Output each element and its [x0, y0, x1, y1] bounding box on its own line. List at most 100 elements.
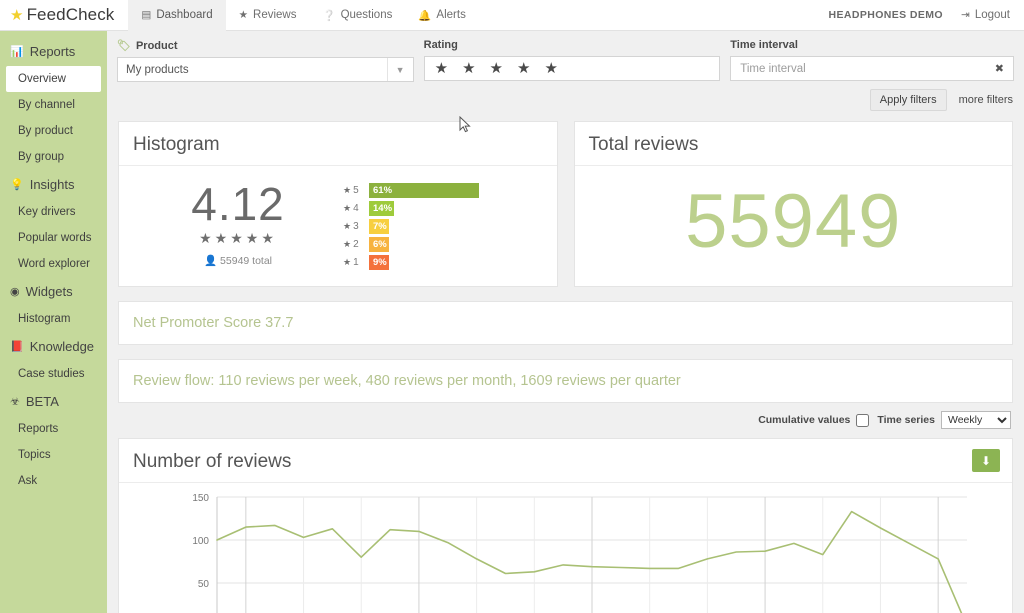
cumulative-values-label: Cumulative values [758, 414, 851, 426]
sidebar: 📊 Reports Overview By channel By product… [0, 31, 107, 613]
chart-header: Number of reviews ⬇ [119, 439, 1012, 483]
histogram-star-label: 5 [353, 185, 359, 196]
star-outline-icon[interactable]: ★ [462, 61, 475, 76]
histogram-row-4: ★ 4 14% [343, 200, 543, 217]
time-series-label: Time series [877, 414, 935, 426]
histogram-title: Histogram [119, 122, 557, 166]
logout-button[interactable]: ⇥ Logout [961, 9, 1010, 21]
histogram-row-2: ★ 2 6% [343, 236, 543, 253]
product-select[interactable]: My products ▼ [117, 57, 414, 82]
sidebar-group-label-beta: BETA [25, 394, 59, 409]
histogram-star-label: 3 [353, 221, 359, 232]
reviews-line-chart: 050100150week09/2021week11/2021week13/20… [192, 493, 967, 613]
bar-chart-icon: 📊 [10, 46, 24, 58]
sidebar-item-beta-ask[interactable]: Ask [0, 468, 107, 494]
question-circle-icon: ❔ [322, 9, 336, 22]
sidebar-item-by-channel[interactable]: By channel [0, 92, 107, 118]
star-icon: ★ [343, 239, 352, 249]
sidebar-item-label: Case studies [18, 368, 85, 380]
flask-icon: ☣ [10, 396, 20, 408]
time-interval-input-wrap[interactable]: Time interval ✖ [730, 56, 1015, 81]
rating-label-text: Rating [423, 39, 458, 51]
sidebar-item-case-studies[interactable]: Case studies [0, 361, 107, 387]
sidebar-item-popular-words[interactable]: Popular words [0, 225, 107, 251]
sidebar-item-histogram[interactable]: Histogram [0, 306, 107, 332]
download-icon[interactable]: ⬇ [972, 449, 1000, 472]
close-icon[interactable]: ✖ [995, 62, 1004, 75]
product-filter: 🏷 Product My products ▼ [117, 39, 414, 82]
sidebar-item-by-product[interactable]: By product [0, 118, 107, 144]
grid-icon: ▤ [141, 9, 152, 21]
rating-star-picker[interactable]: ★ ★ ★ ★ ★ [423, 56, 721, 81]
sidebar-item-word-explorer[interactable]: Word explorer [0, 251, 107, 277]
review-flow-panel[interactable]: Review flow: 110 reviews per week, 480 r… [118, 359, 1013, 403]
brand-logo[interactable]: ★ FeedCheck [0, 0, 128, 31]
top-navigation-bar: ★ FeedCheck ▤ Dashboard ★ Reviews ❔ Ques… [0, 0, 1024, 31]
histogram-star-label: 1 [353, 257, 359, 268]
average-rating-stars: ★★★★★ [199, 230, 277, 247]
sidebar-item-label: Key drivers [18, 206, 76, 218]
chart-plot-area: 050100150week09/2021week11/2021week13/20… [119, 483, 1012, 613]
nps-panel[interactable]: Net Promoter Score 37.7 [118, 301, 1013, 345]
sidebar-group-label-knowledge: Knowledge [29, 339, 95, 354]
sidebar-group-label-reports: Reports [29, 44, 76, 59]
main-content: 🏷 Product My products ▼ Rating ★ ★ ★ ★ ★ [107, 31, 1024, 613]
sign-out-icon: ⇥ [961, 9, 970, 21]
main-nav: ▤ Dashboard ★ Reviews ❔ Questions 🔔 Aler… [128, 0, 478, 31]
time-interval-filter-label: Time interval [730, 39, 1014, 51]
sidebar-group-knowledge: 📕 Knowledge [0, 332, 107, 361]
sidebar-item-overview[interactable]: Overview [6, 66, 101, 92]
nav-item-dashboard[interactable]: ▤ Dashboard [128, 0, 226, 31]
nav-item-questions[interactable]: ❔ Questions [309, 0, 405, 31]
sidebar-item-label: Word explorer [18, 258, 91, 270]
star-icon: ★ [10, 7, 24, 24]
star-icon: ★ [343, 257, 352, 267]
histogram-star-label: 4 [353, 203, 359, 214]
book-icon: 📕 [10, 341, 24, 353]
histogram-bar-3: 7% [369, 219, 389, 234]
rating-filter-label: Rating [424, 39, 721, 51]
svg-text:100: 100 [192, 536, 209, 547]
series-controls: Cumulative values Time series WeeklyMont… [107, 403, 1024, 429]
sidebar-item-label: Overview [18, 73, 66, 85]
apply-filters-button[interactable]: Apply filters [869, 89, 947, 111]
sidebar-item-beta-topics[interactable]: Topics [0, 442, 107, 468]
cumulative-values-checkbox[interactable] [856, 413, 870, 427]
more-filters-link[interactable]: more filters [959, 94, 1013, 106]
time-interval-filter: Time interval Time interval ✖ [730, 39, 1015, 82]
sidebar-item-by-group[interactable]: By group [0, 144, 107, 170]
star-outline-icon[interactable]: ★ [435, 61, 448, 76]
number-of-reviews-card: Number of reviews ⬇ 050100150week09/2021… [118, 438, 1013, 613]
nav-label-dashboard: Dashboard [156, 9, 213, 21]
sidebar-item-label: By product [18, 125, 73, 137]
sidebar-item-label: Ask [18, 475, 38, 487]
histogram-bar-5: 61% [369, 183, 479, 198]
star-outline-icon[interactable]: ★ [544, 61, 557, 76]
sidebar-item-beta-reports[interactable]: Reports [0, 416, 107, 442]
filter-actions: Apply filters more filters [107, 82, 1024, 111]
star-outline-icon[interactable]: ★ [490, 61, 503, 76]
tag-icon: 🏷 [117, 40, 131, 52]
rating-filter: Rating ★ ★ ★ ★ ★ [423, 39, 721, 82]
nav-item-alerts[interactable]: 🔔 Alerts [405, 0, 478, 31]
chart-title: Number of reviews [133, 451, 292, 472]
product-filter-label: 🏷 Product [117, 39, 414, 53]
star-icon: ★ [343, 221, 352, 231]
sidebar-group-widgets: ◉ Widgets [0, 277, 107, 306]
sidebar-item-label: Popular words [18, 232, 92, 244]
nav-item-reviews[interactable]: ★ Reviews [226, 0, 310, 31]
histogram-bar-4: 14% [369, 201, 395, 216]
total-count-text: 55949 total [220, 255, 273, 268]
mouse-cursor [459, 116, 471, 133]
chevron-down-icon[interactable]: ▼ [386, 58, 413, 81]
histogram-row-3: ★ 3 7% [343, 218, 543, 235]
sidebar-item-label: Topics [18, 449, 51, 461]
dashboard-gauge-icon: ◉ [10, 286, 20, 298]
star-outline-icon[interactable]: ★ [517, 61, 530, 76]
histogram-row-5: ★ 5 61% [343, 182, 543, 199]
sidebar-item-key-drivers[interactable]: Key drivers [0, 199, 107, 225]
product-label-text: Product [135, 39, 178, 52]
brand-name: FeedCheck [26, 5, 115, 24]
time-series-interval-select[interactable]: WeeklyMonthlyQuarterlyYearly [941, 411, 1011, 429]
star-icon: ★ [238, 9, 249, 21]
